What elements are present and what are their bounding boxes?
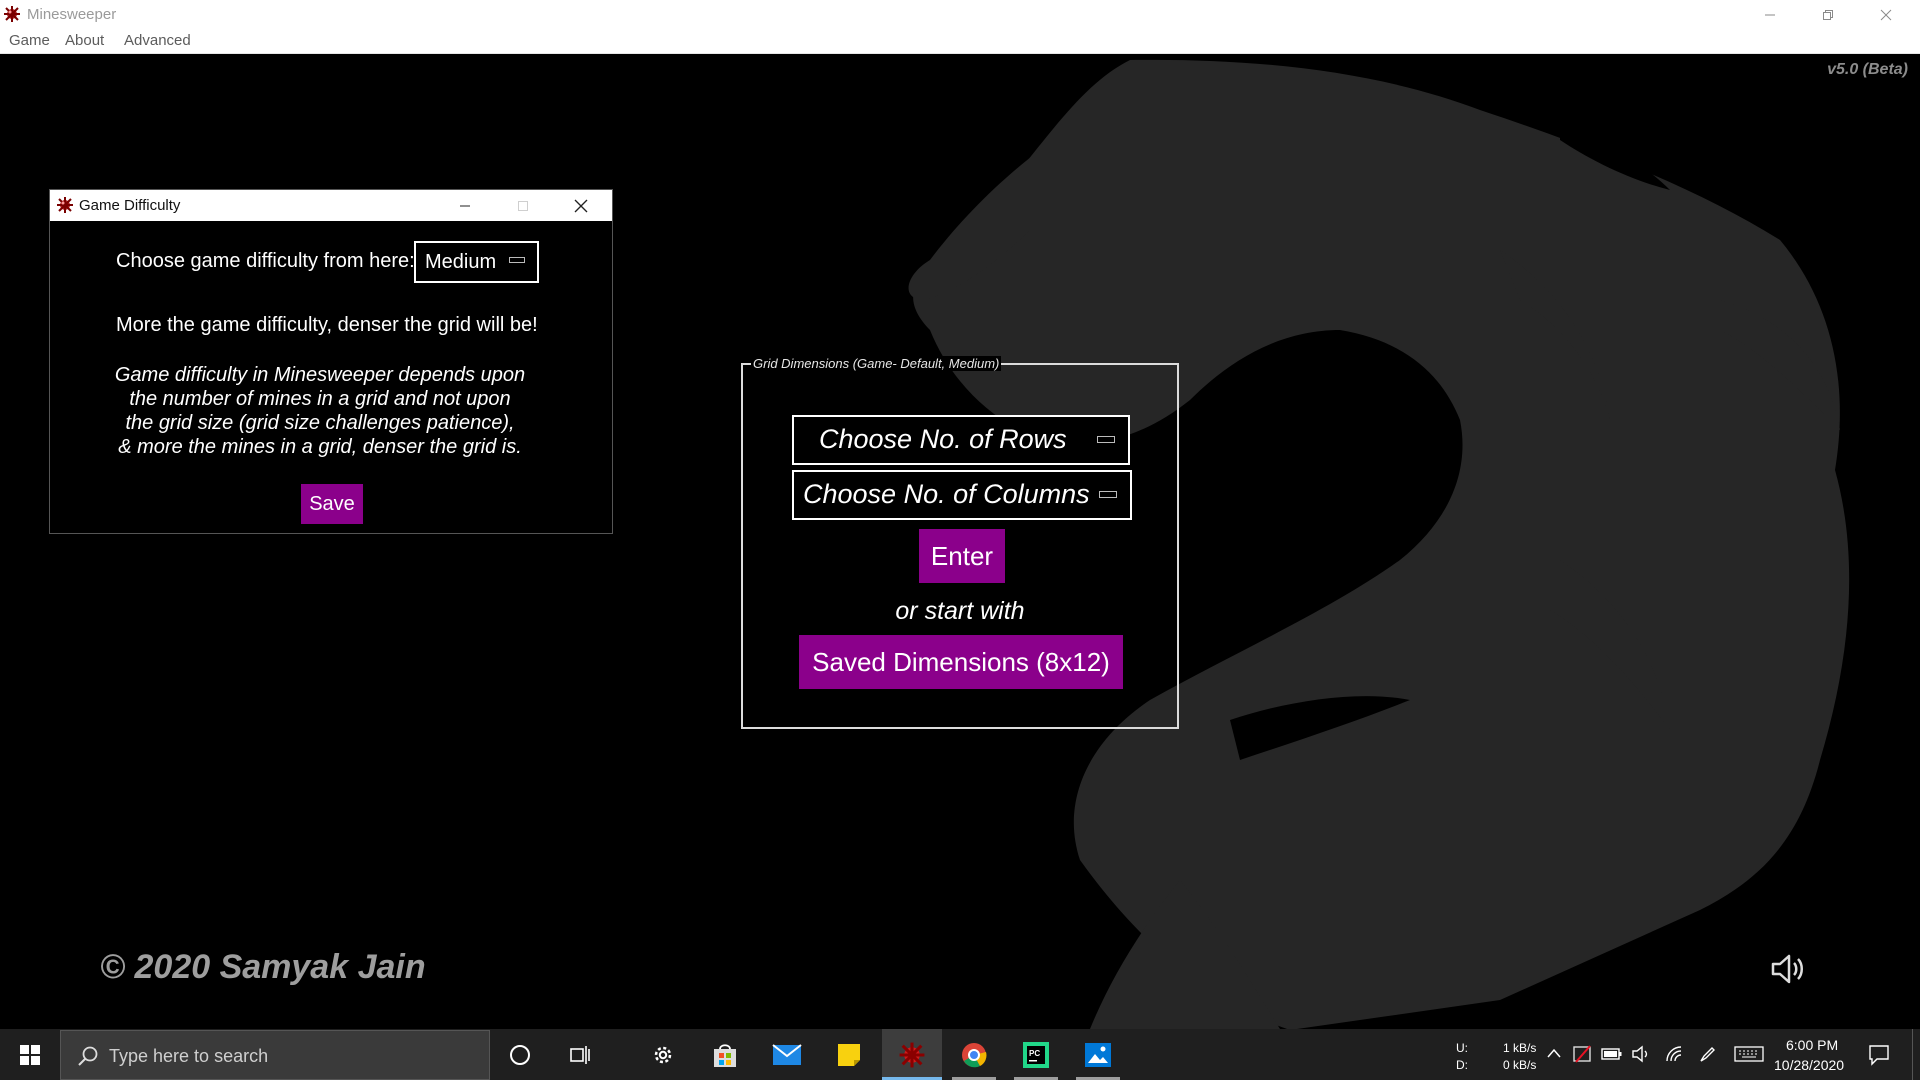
minimize-icon [1765, 14, 1775, 15]
grid-dimensions-legend: Grid Dimensions (Game- Default, Medium) [751, 356, 1002, 371]
speaker-icon[interactable] [1770, 952, 1806, 986]
close-button[interactable] [1857, 0, 1915, 29]
battery-icon[interactable] [1601, 1046, 1623, 1062]
store-bag-icon [714, 1043, 736, 1067]
pycharm-app[interactable]: PC [1006, 1029, 1066, 1080]
dialog-titlebar: Game Difficulty [50, 190, 612, 221]
mine-icon [57, 197, 73, 213]
window-titlebar: Minesweeper [0, 0, 1920, 29]
description-line: the grid size (grid size challenges pati… [125, 412, 515, 434]
pycharm-icon: PC [1023, 1041, 1049, 1068]
description-line: Game difficulty in Minesweeper depends u… [114, 364, 526, 386]
notification-center-icon[interactable] [1868, 1044, 1890, 1066]
menu-game[interactable]: Game [9, 32, 50, 49]
saved-dimensions-button[interactable]: Saved Dimensions (8x12) [799, 635, 1123, 689]
difficulty-info-text: More the game difficulty, denser the gri… [116, 314, 538, 336]
option-menu-indicator-icon [509, 257, 525, 263]
volume-icon[interactable] [1631, 1044, 1653, 1064]
photos-icon [1085, 1042, 1111, 1067]
mine-icon [899, 1042, 925, 1067]
start-button[interactable] [0, 1029, 60, 1080]
settings-app[interactable] [633, 1029, 693, 1080]
gear-icon [654, 1046, 672, 1063]
wifi-icon[interactable] [1664, 1044, 1684, 1064]
dialog-close-button[interactable] [552, 190, 610, 221]
dialog-minimize-button[interactable] [436, 190, 494, 221]
store-app[interactable] [695, 1029, 755, 1080]
difficulty-dropdown[interactable]: Medium [414, 241, 539, 283]
sticky-note-icon [838, 1043, 860, 1066]
difficulty-selected-value: Medium [425, 251, 497, 273]
menu-advanced[interactable]: Advanced [124, 32, 191, 49]
defender-warning-icon[interactable] [1572, 1044, 1594, 1064]
windows-logo-icon [20, 1044, 40, 1065]
or-start-with-text: or start with [895, 597, 1025, 625]
minesweeper-taskbar-app[interactable] [882, 1029, 942, 1080]
close-icon [574, 199, 588, 212]
svg-text:PC: PC [1029, 1049, 1040, 1058]
version-label: v5.0 (Beta) [1827, 61, 1908, 78]
menu-bar: Game About Advanced [0, 29, 1920, 54]
maximize-icon [518, 200, 528, 211]
rows-dropdown-label: Choose No. of Rows [819, 424, 1067, 454]
description-line: the number of mines in a grid and not up… [129, 388, 511, 410]
minimize-button[interactable] [1741, 0, 1799, 29]
chrome-app[interactable] [944, 1029, 1004, 1080]
windows-taskbar: Type here to search PC U: D: 1 kB/s 0 kB… [0, 1029, 1920, 1080]
pen-icon[interactable] [1698, 1044, 1718, 1064]
option-menu-indicator-icon [1099, 491, 1117, 498]
minesweeper-window: Minesweeper Game About Advanced v5.0 (Be… [0, 0, 1920, 1029]
columns-dropdown[interactable]: Choose No. of Columns [792, 470, 1132, 520]
dialog-title: Game Difficulty [79, 197, 181, 214]
cortana-circle-icon [510, 1044, 530, 1065]
search-icon [78, 1046, 98, 1066]
mail-icon [772, 1043, 802, 1065]
clock-date[interactable]: 10/28/2020 [1774, 1057, 1844, 1073]
window-title: Minesweeper [27, 6, 117, 23]
enter-button[interactable]: Enter [919, 529, 1005, 583]
sticky-notes-app[interactable] [819, 1029, 879, 1080]
task-view-icon [570, 1045, 590, 1064]
option-menu-indicator-icon [1097, 436, 1115, 443]
task-view-button[interactable] [550, 1029, 610, 1080]
mail-app[interactable] [757, 1029, 817, 1080]
clock-time[interactable]: 6:00 PM [1786, 1037, 1838, 1053]
taskbar-search-box[interactable]: Type here to search [60, 1030, 490, 1080]
net-download-label: D: [1456, 1058, 1468, 1072]
net-upload-speed: 1 kB/s [1503, 1041, 1537, 1055]
search-placeholder: Type here to search [109, 1046, 269, 1066]
touch-keyboard-icon[interactable] [1734, 1046, 1764, 1062]
chevron-up-icon[interactable] [1546, 1047, 1562, 1059]
copyright-text: © 2020 Samyak Jain [100, 948, 426, 986]
net-download-speed: 0 kB/s [1503, 1058, 1537, 1072]
game-difficulty-dialog: Game Difficulty Choose game difficulty f… [49, 189, 613, 534]
difficulty-description: Game difficulty in Minesweeper depends u… [90, 363, 550, 459]
close-icon [1880, 9, 1892, 20]
cortana-button[interactable] [490, 1029, 550, 1080]
chrome-icon [962, 1042, 987, 1067]
dialog-maximize-button [494, 190, 552, 221]
restore-button[interactable] [1799, 0, 1857, 29]
save-button[interactable]: Save [301, 484, 363, 524]
columns-dropdown-label: Choose No. of Columns [803, 479, 1090, 509]
menu-about[interactable]: About [65, 32, 104, 49]
mine-icon [4, 6, 20, 22]
difficulty-prompt: Choose game difficulty from here: [116, 250, 415, 272]
show-desktop-button[interactable] [1912, 1029, 1913, 1080]
grid-dimensions-panel: Grid Dimensions (Game- Default, Medium) … [741, 356, 1179, 729]
rows-dropdown[interactable]: Choose No. of Rows [792, 415, 1130, 465]
photos-app[interactable] [1068, 1029, 1128, 1080]
restore-icon [1823, 9, 1833, 20]
net-upload-label: U: [1456, 1041, 1468, 1055]
minimize-icon [460, 205, 470, 206]
description-line: & more the mines in a grid, denser the g… [118, 436, 522, 458]
